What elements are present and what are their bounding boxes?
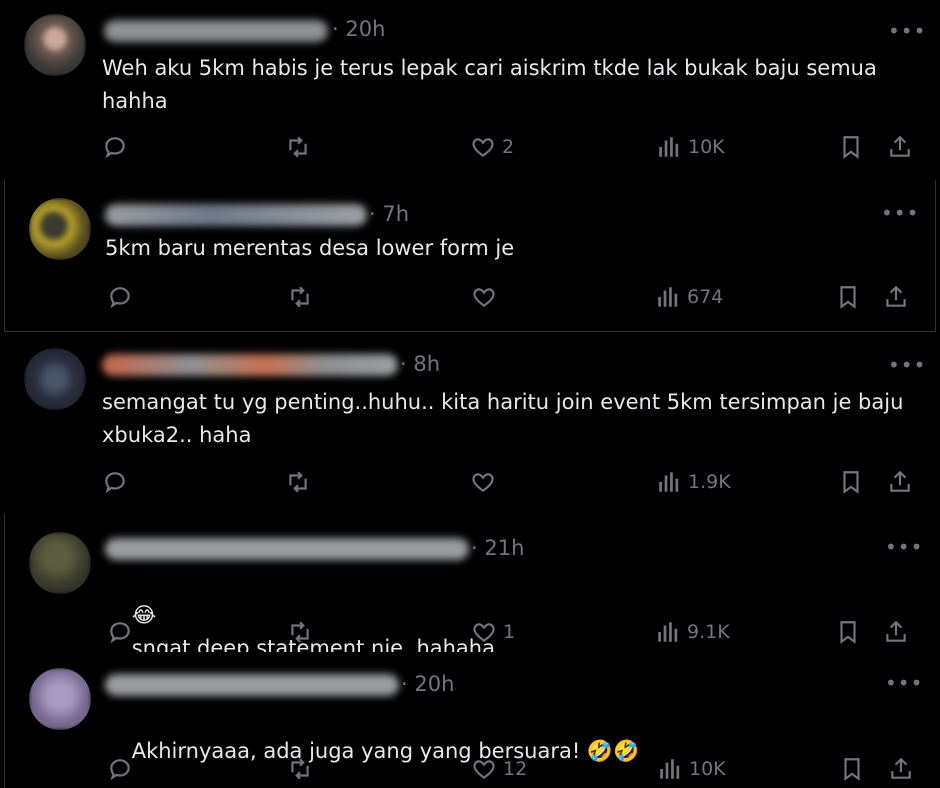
retweet-button[interactable]	[287, 756, 313, 782]
more-icon[interactable]: •••	[888, 355, 926, 375]
like-icon	[473, 288, 495, 307]
views-icon	[659, 472, 679, 492]
views-count: 1.9K	[688, 471, 731, 493]
reply-icon	[110, 622, 130, 644]
share-button[interactable]	[883, 619, 909, 645]
share-button[interactable]	[883, 284, 909, 310]
bookmark-button[interactable]	[835, 619, 861, 645]
like-button[interactable]	[471, 284, 503, 310]
reply-icon	[105, 472, 125, 494]
reply-text: semangat tu yg penting..huhu.. kita hari…	[102, 390, 904, 447]
views-icon	[660, 759, 680, 779]
bookmark-button[interactable]	[838, 469, 864, 495]
reply-text: 5km baru merentas desa lower form je	[105, 236, 515, 260]
reply-button[interactable]	[107, 284, 133, 310]
like-button[interactable]: 12	[471, 756, 527, 782]
views-button[interactable]: 10K	[657, 756, 726, 782]
views-button[interactable]: 10K	[656, 134, 725, 160]
retweet-button[interactable]	[287, 284, 313, 310]
like-icon	[472, 473, 494, 492]
like-icon	[473, 760, 495, 779]
reply-icon	[105, 137, 125, 159]
reply-5: · 20h ••• Akhirnyaaa, ada juga yang yang…	[4, 652, 940, 788]
retweet-icon	[289, 471, 307, 493]
reply-2: · 7h ••• 5km baru merentas desa lower fo…	[4, 180, 936, 332]
reply-4: · 21h ••• 😂 sngat deep statement nie. ha…	[4, 514, 940, 660]
views-count: 10K	[689, 758, 726, 780]
views-icon	[659, 137, 679, 157]
timestamp[interactable]: · 7h	[369, 202, 409, 226]
views-icon	[658, 622, 678, 642]
reply-button[interactable]	[107, 756, 133, 782]
share-button[interactable]	[887, 134, 913, 160]
reply-icon	[110, 287, 130, 309]
share-icon	[890, 470, 910, 492]
more-icon[interactable]: •••	[888, 21, 926, 41]
like-button[interactable]: 2	[470, 134, 514, 160]
share-icon	[886, 620, 906, 642]
rofl-emoji: 🤣🤣	[586, 739, 640, 763]
bookmark-button[interactable]	[839, 756, 865, 782]
views-button[interactable]: 1.9K	[656, 469, 731, 495]
timestamp[interactable]: · 8h	[400, 352, 440, 376]
bookmark-icon	[843, 471, 859, 494]
username-blurred[interactable]	[105, 674, 399, 696]
timestamp[interactable]: · 20h	[332, 17, 385, 41]
share-icon	[890, 135, 910, 157]
share-button[interactable]	[888, 756, 914, 782]
retweet-button[interactable]	[287, 619, 313, 645]
views-icon	[658, 287, 678, 307]
retweet-icon	[291, 286, 309, 308]
username-blurred[interactable]	[105, 538, 469, 560]
like-count: 1	[503, 621, 516, 643]
like-icon	[473, 623, 495, 642]
retweet-icon	[291, 758, 309, 780]
retweet-button[interactable]	[285, 134, 311, 160]
more-icon[interactable]: •••	[885, 673, 923, 693]
like-icon	[472, 138, 494, 157]
avatar[interactable]	[29, 668, 91, 730]
like-button[interactable]	[470, 469, 502, 495]
more-icon[interactable]: •••	[881, 203, 919, 223]
views-count: 674	[687, 286, 724, 308]
more-icon[interactable]: •••	[885, 537, 923, 557]
views-button[interactable]: 9.1K	[655, 619, 730, 645]
tears-of-joy-emoji: 😂	[131, 603, 157, 627]
reply-3: · 8h ••• semangat tu yg penting..huhu.. …	[0, 334, 940, 512]
avatar[interactable]	[29, 532, 91, 594]
retweet-icon	[289, 136, 307, 158]
bookmark-icon	[844, 758, 860, 781]
avatar[interactable]	[24, 14, 86, 76]
reply-button[interactable]	[102, 469, 128, 495]
reply-button[interactable]	[107, 619, 133, 645]
bookmark-icon	[840, 621, 856, 644]
reply-text: Weh aku 5km habis je terus lepak cari ai…	[102, 56, 877, 113]
views-button[interactable]: 674	[655, 284, 723, 310]
reply-button[interactable]	[102, 134, 128, 160]
reply-icon	[110, 759, 130, 781]
like-count: 12	[503, 758, 528, 780]
timestamp[interactable]: · 21h	[471, 536, 524, 560]
bookmark-icon	[843, 136, 859, 159]
like-button[interactable]: 1	[471, 619, 515, 645]
views-count: 9.1K	[687, 621, 730, 643]
share-button[interactable]	[887, 469, 913, 495]
share-icon	[886, 285, 906, 307]
timestamp[interactable]: · 20h	[401, 672, 454, 696]
retweet-icon	[291, 621, 309, 643]
username-blurred[interactable]	[104, 20, 328, 42]
bookmark-button[interactable]	[835, 284, 861, 310]
views-count: 10K	[688, 136, 725, 158]
username-blurred[interactable]	[102, 354, 398, 376]
bookmark-button[interactable]	[838, 134, 864, 160]
share-icon	[891, 757, 911, 779]
avatar[interactable]	[29, 198, 91, 260]
retweet-button[interactable]	[285, 469, 311, 495]
bookmark-icon	[840, 286, 856, 309]
username-blurred[interactable]	[105, 204, 367, 226]
like-count: 2	[502, 136, 515, 158]
avatar[interactable]	[24, 348, 86, 410]
reply-1: · 20h ••• Weh aku 5km habis je terus lep…	[0, 0, 940, 178]
